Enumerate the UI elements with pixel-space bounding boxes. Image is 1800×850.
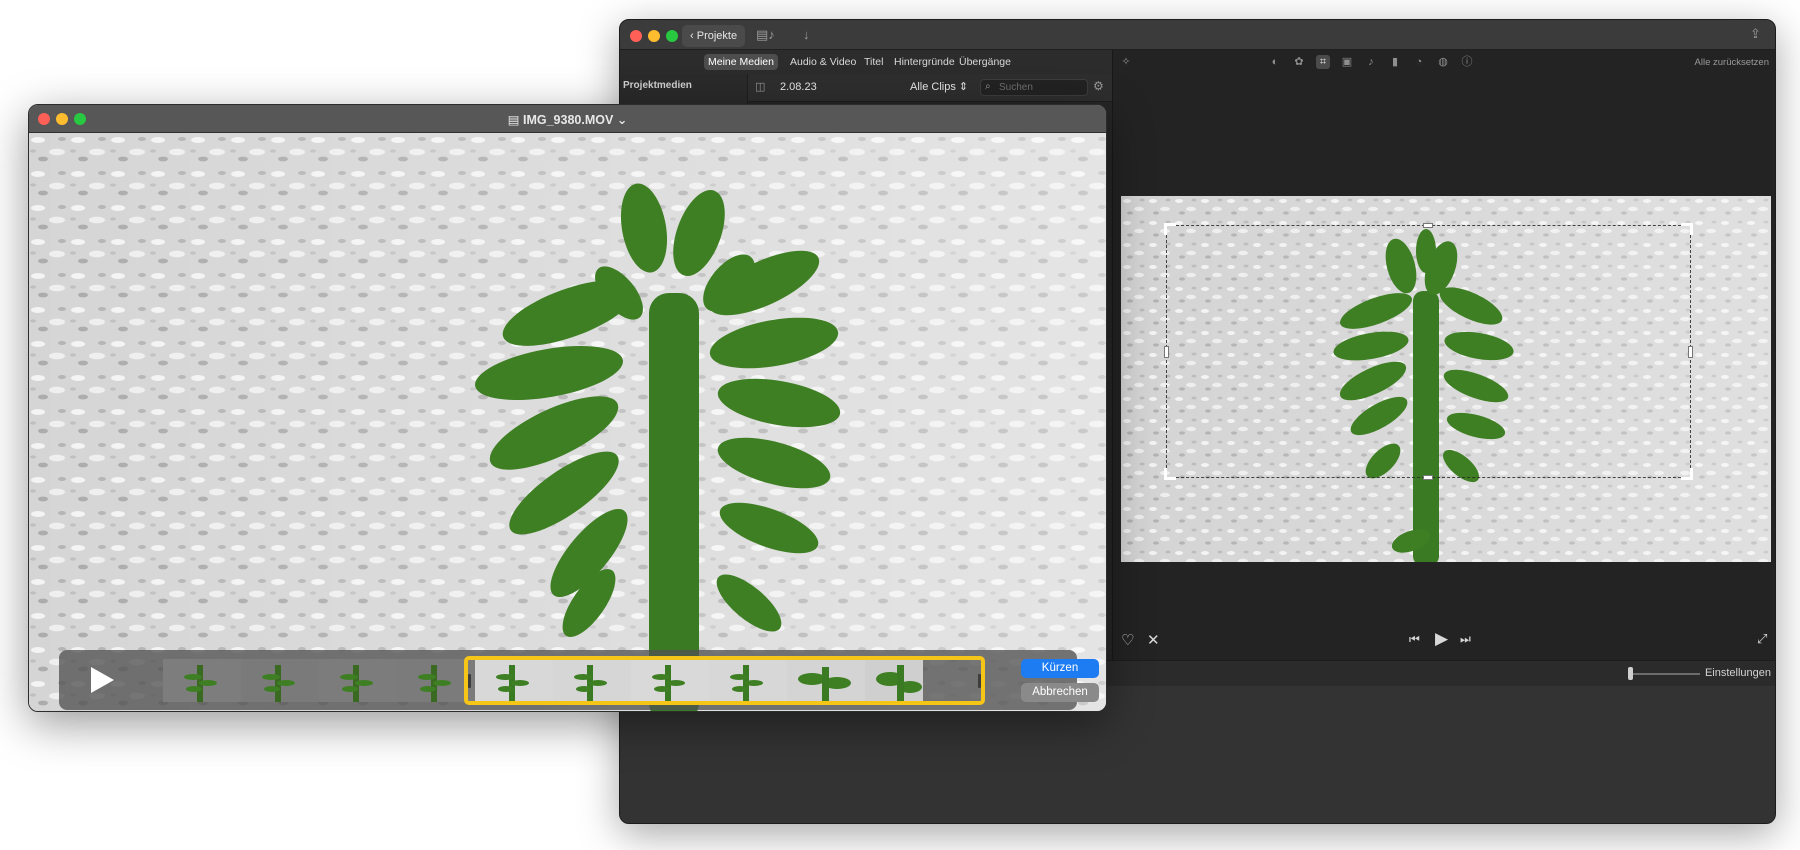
settings-gear-icon[interactable]: ⚙ xyxy=(1093,79,1104,93)
tab-transitions[interactable]: Übergänge xyxy=(955,54,1015,70)
zoom-button[interactable] xyxy=(666,30,678,42)
color-correction-icon[interactable]: ✿ xyxy=(1292,55,1306,69)
trim-confirm-button[interactable]: Kürzen xyxy=(1021,659,1099,678)
crop-handle-right[interactable] xyxy=(1688,346,1693,358)
adjustments-bar: ✧ ◐ ✿ ⌗ ▣ ♪ ▮ ◔ ◍ ⓘ Alle zurücksetzen xyxy=(1113,50,1775,74)
play-icon[interactable]: ▶ xyxy=(1435,629,1448,649)
timeline-settings-button[interactable]: Einstellungen xyxy=(1705,667,1771,679)
search-icon: ⌕ xyxy=(985,81,991,92)
window-title-text: IMG_9380.MOV xyxy=(523,113,614,127)
crop-icon[interactable]: ⌗ xyxy=(1316,55,1330,69)
video-viewer[interactable] xyxy=(1121,196,1771,562)
crop-handle-bottom-left[interactable] xyxy=(1164,468,1176,480)
close-button[interactable] xyxy=(630,30,642,42)
media-browser-icon[interactable]: ▤♪ xyxy=(756,27,775,43)
play-icon[interactable] xyxy=(89,666,115,694)
tab-my-media[interactable]: Meine Medien xyxy=(704,54,778,70)
clip-filter-select[interactable]: Alle Clips ⇕ xyxy=(910,80,968,93)
trim-toolbar: Kürzen Abbrechen xyxy=(59,650,1099,710)
crop-rectangle[interactable] xyxy=(1164,223,1693,480)
tab-audio-video[interactable]: Audio & Video xyxy=(786,54,860,70)
video-frame-image xyxy=(29,133,1106,711)
quicktime-titlebar: ▤ IMG_9380.MOV ⌄ xyxy=(29,105,1106,133)
noise-reduction-icon[interactable]: ▮ xyxy=(1388,55,1402,69)
timeline-zoom-slider[interactable] xyxy=(1628,667,1700,680)
tab-backgrounds[interactable]: Hintergründe xyxy=(890,54,959,70)
quicktime-window: ▤ IMG_9380.MOV ⌄ Kürzen Abbrechen xyxy=(28,104,1107,712)
video-frame[interactable]: Kürzen Abbrechen xyxy=(29,133,1106,711)
info-icon[interactable]: ⓘ xyxy=(1460,55,1474,69)
color-balance-icon[interactable]: ◐ xyxy=(1268,55,1282,69)
document-icon: ▤ xyxy=(507,113,520,127)
trim-selection-frame[interactable] xyxy=(464,656,985,705)
speed-icon[interactable]: ◔ xyxy=(1412,55,1426,69)
favorite-heart-icon[interactable]: ♡ xyxy=(1121,631,1134,649)
crop-handle-top-right[interactable] xyxy=(1681,223,1693,235)
chevron-updown-icon: ⇕ xyxy=(958,81,969,93)
stabilization-icon[interactable]: ▣ xyxy=(1340,55,1354,69)
skip-back-icon[interactable]: ⏮ xyxy=(1409,632,1420,647)
zoom-slider-knob[interactable] xyxy=(1628,667,1633,680)
trim-cancel-button[interactable]: Abbrechen xyxy=(1021,683,1099,702)
imovie-titlebar: ‹ Projekte ▤♪ ↓ ⇪ xyxy=(620,20,1775,50)
share-icon[interactable]: ⇪ xyxy=(1750,26,1761,42)
search-placeholder: Suchen xyxy=(999,82,1033,93)
filmstrip-frame xyxy=(319,659,397,702)
crop-handle-bottom-right[interactable] xyxy=(1681,468,1693,480)
reset-all-button[interactable]: Alle zurücksetzen xyxy=(1695,57,1769,68)
skip-forward-icon[interactable]: ⏭ xyxy=(1460,632,1471,647)
reject-icon[interactable]: ✕ xyxy=(1147,631,1160,649)
magic-wand-icon[interactable]: ✧ xyxy=(1119,55,1133,69)
clip-filter-label: Alle Clips xyxy=(910,81,956,93)
sidebar-title: Projektmedien xyxy=(623,80,692,91)
minimize-button[interactable] xyxy=(648,30,660,42)
crop-handle-top[interactable] xyxy=(1423,223,1433,228)
filmstrip-frame xyxy=(241,659,319,702)
clip-filter-icon[interactable]: ◍ xyxy=(1436,55,1450,69)
crop-handle-left[interactable] xyxy=(1164,346,1169,358)
fullscreen-icon[interactable]: ⤢ xyxy=(1757,631,1767,647)
crop-handle-bottom[interactable] xyxy=(1423,475,1433,480)
tab-titles[interactable]: Titel xyxy=(860,54,887,70)
import-arrow-icon[interactable]: ↓ xyxy=(803,27,810,42)
playback-controls: ♡ ✕ ⏮ ▶ ⏭ ⤢ xyxy=(1113,628,1775,656)
window-title[interactable]: ▤ IMG_9380.MOV ⌄ xyxy=(29,112,1106,127)
viewer-panel: ✧ ◐ ✿ ⌗ ▣ ♪ ▮ ◔ ◍ ⓘ Alle zurücksetzen ♡ … xyxy=(1112,50,1775,660)
search-field[interactable]: ⌕ Suchen xyxy=(980,79,1088,96)
library-filter-bar: ◫ 2.08.23 Alle Clips ⇕ ⌕ Suchen ⚙ xyxy=(748,74,1112,102)
browser-tabs: Meine Medien Audio & Video Titel Hinterg… xyxy=(620,50,1112,74)
event-date: 2.08.23 xyxy=(780,81,817,93)
crop-handle-top-left[interactable] xyxy=(1164,223,1176,235)
filmstrip-frame xyxy=(163,659,241,702)
sidebar-toggle-icon[interactable]: ◫ xyxy=(755,80,765,93)
chevron-left-icon: ‹ xyxy=(690,30,694,42)
projects-back-button[interactable]: ‹ Projekte xyxy=(682,25,746,47)
volume-icon[interactable]: ♪ xyxy=(1364,55,1378,69)
chevron-down-icon: ⌄ xyxy=(616,113,628,127)
projects-back-label: Projekte xyxy=(696,30,738,42)
